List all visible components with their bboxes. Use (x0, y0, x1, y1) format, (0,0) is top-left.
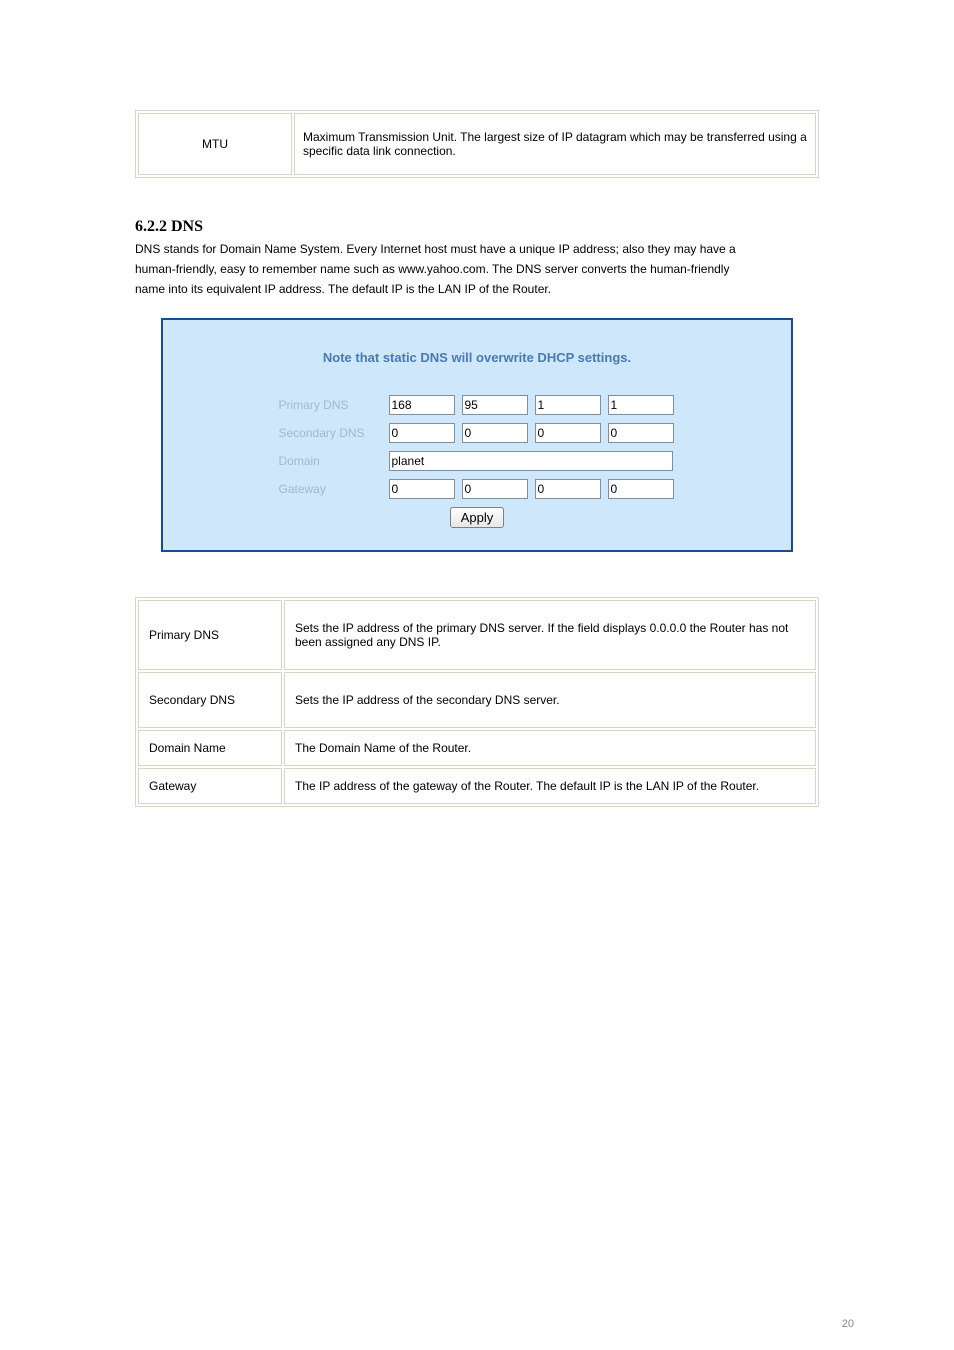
desc-row-text: Sets the IP address of the secondary DNS… (284, 672, 816, 728)
mtu-table: MTU Maximum Transmission Unit. The large… (135, 110, 819, 178)
primary-dns-label: Primary DNS (279, 398, 384, 412)
desc-row-label: Secondary DNS (138, 672, 282, 728)
desc-row-label: Primary DNS (138, 600, 282, 670)
secondary-dns-octet-2[interactable] (462, 423, 528, 443)
primary-dns-octet-4[interactable] (608, 395, 674, 415)
secondary-dns-octet-3[interactable] (535, 423, 601, 443)
dns-settings-panel: Note that static DNS will overwrite DHCP… (161, 318, 793, 552)
desc-row-text: The IP address of the gateway of the Rou… (284, 768, 816, 804)
gateway-octet-1[interactable] (389, 479, 455, 499)
secondary-dns-octet-1[interactable] (389, 423, 455, 443)
dns-note: Note that static DNS will overwrite DHCP… (187, 350, 767, 365)
domain-input[interactable] (389, 451, 673, 471)
desc-row-label: Domain Name (138, 730, 282, 766)
field-description-table: Primary DNS Sets the IP address of the p… (135, 597, 819, 807)
gateway-label: Gateway (279, 482, 384, 496)
section-paragraph-3: name into its equivalent IP address. The… (135, 282, 819, 296)
desc-row-text: Sets the IP address of the primary DNS s… (284, 600, 816, 670)
secondary-dns-label: Secondary DNS (279, 426, 384, 440)
mtu-desc: Maximum Transmission Unit. The largest s… (294, 113, 816, 175)
secondary-dns-octet-4[interactable] (608, 423, 674, 443)
section-paragraph-2: human-friendly, easy to remember name su… (135, 262, 819, 276)
domain-label: Domain (279, 454, 384, 468)
primary-dns-octet-1[interactable] (389, 395, 455, 415)
apply-button[interactable]: Apply (450, 507, 505, 528)
section-paragraph-1: DNS stands for Domain Name System. Every… (135, 242, 819, 256)
primary-dns-octet-2[interactable] (462, 395, 528, 415)
desc-row-label: Gateway (138, 768, 282, 804)
section-heading: 6.2.2 DNS (135, 218, 819, 236)
page-number: 20 (842, 1318, 854, 1330)
mtu-label: MTU (138, 113, 292, 175)
gateway-octet-3[interactable] (535, 479, 601, 499)
primary-dns-octet-3[interactable] (535, 395, 601, 415)
desc-row-text: The Domain Name of the Router. (284, 730, 816, 766)
gateway-octet-2[interactable] (462, 479, 528, 499)
gateway-octet-4[interactable] (608, 479, 674, 499)
